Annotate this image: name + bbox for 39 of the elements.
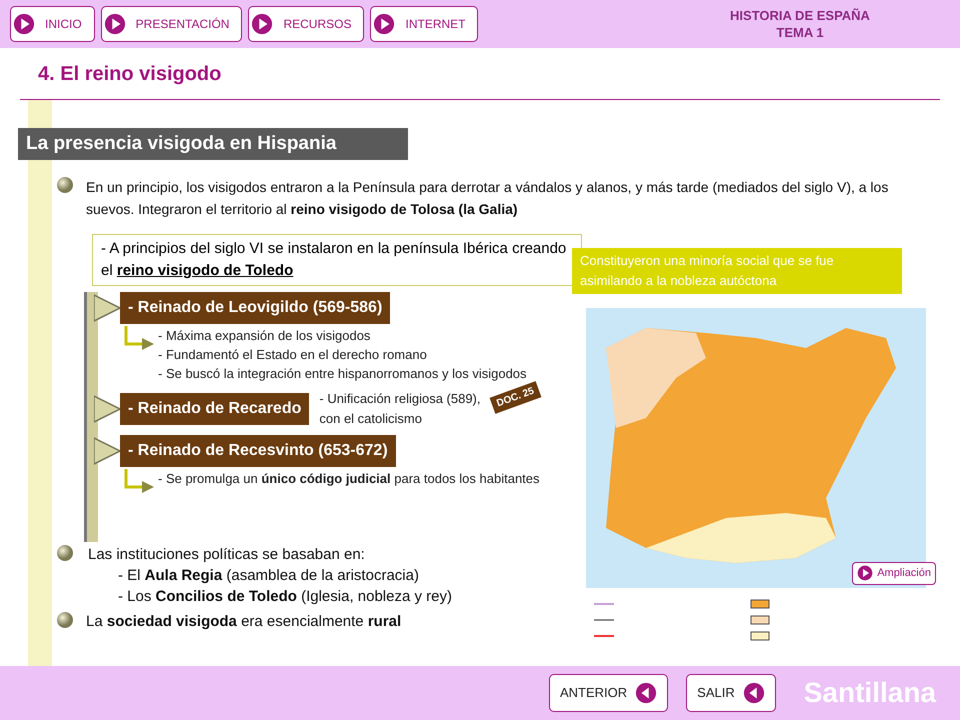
course-title: HISTORIA DE ESPAÑA — [730, 7, 870, 24]
footer-button[interactable]: ANTERIOR — [548, 674, 668, 712]
bullet-icon — [56, 611, 74, 629]
footer-button[interactable]: SALIR — [686, 674, 776, 712]
pointer-icon — [94, 293, 120, 323]
institution-item: - El Aula Regia (asamblea de la aristocracia) — [118, 566, 420, 586]
institutions-text: Las instituciones políticas se basaban en: — [88, 545, 366, 565]
ampliacion-button[interactable]: Ampliación — [852, 562, 936, 584]
reign-heading: - Reinado de Leovigildo (569-586) — [120, 292, 390, 324]
note-box: Constituyeron una minoría social que se fue asimilando a la nobleza autóctona — [572, 248, 902, 294]
nav-button[interactable]: RECURSOS — [248, 6, 364, 42]
callout-text: - A principios del siglo VI se instalaron en la península Ibérica creando el reino visigodo de Toledo — [101, 240, 566, 279]
reign-heading: - Reinado de Recesvinto (653-672) — [120, 435, 396, 467]
course-subtitle: TEMA 1 — [776, 24, 824, 41]
nav-button[interactable]: INTERNET — [370, 6, 478, 42]
bullet-icon — [56, 544, 74, 562]
pointer-icon — [94, 394, 120, 424]
reign-detail: - Se promulga un único código judicial para todos los habitantes — [158, 470, 541, 488]
reign-heading: - Reinado de Recaredo — [120, 393, 310, 425]
section-heading: La presencia visigoda en Hispania — [26, 132, 336, 156]
reign-note: - Unificación religiosa (589), con el catolicismo — [319, 390, 482, 428]
bullet-icon — [56, 176, 74, 194]
reign-detail: - Fundamentó el Estado en el derecho romano — [158, 346, 428, 364]
play-icon — [13, 13, 35, 35]
page-title: 4. El reino visigodo — [38, 62, 222, 86]
play-icon — [251, 13, 274, 35]
intro-text: En un principio, los visigodos entraron a la Península para derrotar a vándalos y alanos, y más tarde (mediados del siglo V), a los suevos. Integraron el territorio al reino visigodo de Tolosa (la Galia) — [86, 178, 890, 219]
play-icon — [373, 13, 396, 35]
play-icon — [104, 13, 126, 35]
reign-detail: - Se buscó la integración entre hispanorromanos y los visigodos — [158, 365, 528, 383]
nav-button[interactable]: INICIO — [10, 6, 95, 42]
doc-tag[interactable]: DOC. 25 — [490, 380, 542, 414]
institution-item: - Los Concilios de Toledo (Iglesia, nobleza y rey) — [118, 587, 452, 607]
reign-detail: - Máxima expansión de los visigodos — [158, 327, 372, 345]
pointer-icon — [94, 436, 120, 466]
play-icon — [857, 565, 874, 582]
brand-logo: Santillana — [804, 676, 936, 710]
nav-button[interactable]: PRESENTACIÓN — [100, 6, 242, 42]
society-text: La sociedad visigoda era esencialmente rural — [86, 612, 402, 632]
